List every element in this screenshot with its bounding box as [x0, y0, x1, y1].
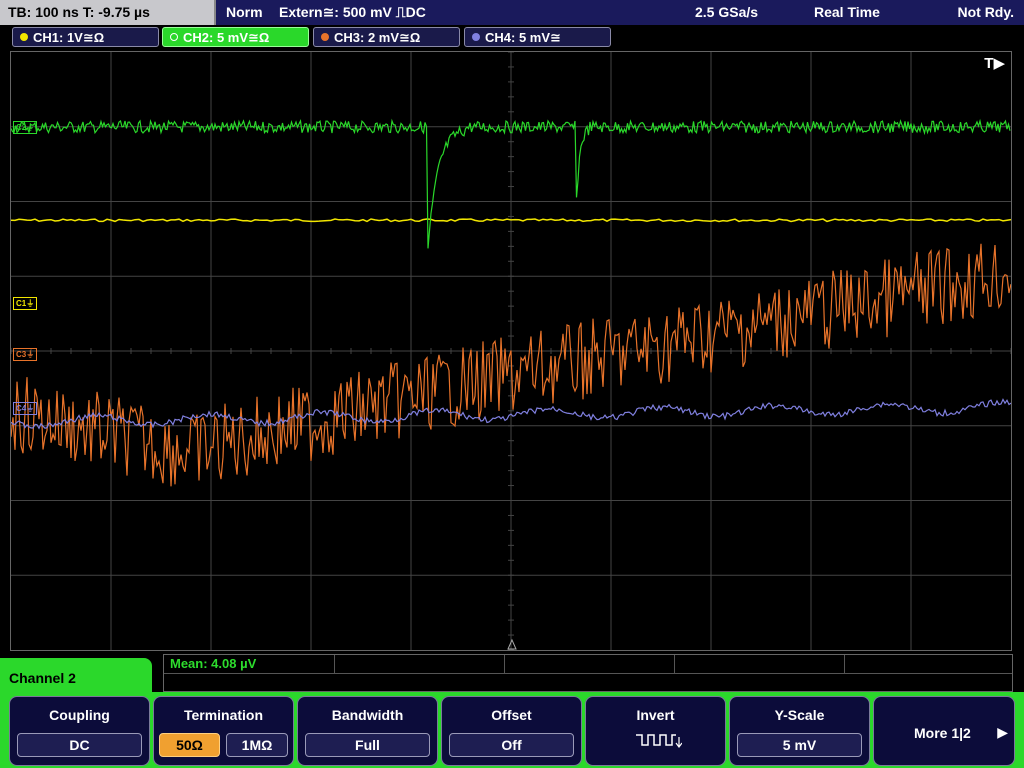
trigger-state-readout: Not Rdy. [957, 4, 1014, 20]
channel-1-label: CH1: 1V≅Ω [33, 30, 105, 45]
measurement-cell [504, 655, 675, 673]
bandwidth-softkey[interactable]: Bandwidth Full [297, 696, 438, 766]
measurement-cell [334, 655, 505, 673]
invert-title: Invert [636, 707, 675, 723]
waveform-canvas [11, 52, 1011, 650]
y-scale-softkey[interactable]: Y-Scale 5 mV [729, 696, 870, 766]
channel-1-tab[interactable]: CH1: 1V≅Ω [12, 27, 159, 47]
trigger-position-marker [507, 638, 517, 650]
termination-50ohm-option[interactable]: 50Ω [159, 733, 220, 757]
channel-tabs: CH1: 1V≅Ω CH2: 5 mV≅Ω CH3: 2 mV≅Ω CH4: 5… [0, 25, 1024, 49]
more-label: More 1|2 [914, 725, 971, 741]
more-arrow-icon: ▶ [997, 724, 1008, 740]
acquisition-mode-readout[interactable]: Real Time [814, 0, 880, 25]
softkey-bar: Coupling DC Termination 50Ω 1MΩ Bandwidt… [0, 692, 1024, 768]
status-divider [214, 0, 216, 25]
coupling-title: Coupling [49, 707, 110, 723]
channel-3-offset-marker[interactable]: C3⏚ [13, 348, 38, 361]
trigger-arrow-icon: T▶ [984, 55, 1005, 72]
offset-softkey[interactable]: Offset Off [441, 696, 582, 766]
channel-1-color-dot [20, 33, 28, 41]
measurement-cell [674, 655, 845, 673]
mean-measurement: Mean: 4.08 µV [170, 656, 257, 671]
channel-4-offset-marker[interactable]: C4⏚ [13, 402, 38, 415]
measurement-divider [164, 673, 1012, 674]
channel-3-label: CH3: 2 mV≅Ω [334, 30, 421, 45]
channel-4-tab[interactable]: CH4: 5 mV≅ [464, 27, 611, 47]
termination-1mohm-option[interactable]: 1MΩ [226, 733, 288, 757]
status-bar: TB: 100 ns T: -9.75 µs Norm Extern≅: 500… [0, 0, 1024, 25]
channel-4-label: CH4: 5 mV≅ [485, 30, 561, 45]
channel-2-color-dot [170, 33, 178, 41]
termination-title: Termination [183, 707, 264, 723]
y-scale-title: Y-Scale [774, 707, 825, 723]
invert-softkey[interactable]: Invert [585, 696, 726, 766]
bandwidth-value[interactable]: Full [305, 733, 430, 757]
invert-waveform-icon [636, 734, 682, 748]
bandwidth-title: Bandwidth [331, 707, 404, 723]
trigger-mode-readout[interactable]: Norm [226, 0, 263, 25]
channel-3-tab[interactable]: CH3: 2 mV≅Ω [313, 27, 460, 47]
more-softkey[interactable]: More 1|2 ▶ [873, 696, 1015, 766]
measurement-bar: Mean: 4.08 µV [163, 654, 1013, 692]
timebase-readout[interactable]: TB: 100 ns T: -9.75 µs [0, 0, 214, 25]
coupling-value[interactable]: DC [17, 733, 142, 757]
sample-rate-readout[interactable]: 2.5 GSa/s [695, 0, 758, 25]
channel-3-color-dot [321, 33, 329, 41]
channel-1-offset-marker[interactable]: C1⏚ [13, 297, 38, 310]
trigger-source-readout[interactable]: Extern≅: 500 mV ⎍DC [279, 0, 426, 25]
coupling-softkey[interactable]: Coupling DC [9, 696, 150, 766]
offset-value[interactable]: Off [449, 733, 574, 757]
termination-softkey[interactable]: Termination 50Ω 1MΩ [153, 696, 294, 766]
channel-2-label: CH2: 5 mV≅Ω [183, 30, 270, 45]
waveform-display[interactable]: T▶ C1⏚ C2⏚ C3⏚ C4⏚ [10, 51, 1012, 651]
offset-title: Offset [491, 707, 532, 723]
channel-2-tab[interactable]: CH2: 5 mV≅Ω [162, 27, 309, 47]
channel-2-offset-marker[interactable]: C2⏚ [13, 121, 38, 134]
y-scale-value[interactable]: 5 mV [737, 733, 862, 757]
channel-4-color-dot [472, 33, 480, 41]
